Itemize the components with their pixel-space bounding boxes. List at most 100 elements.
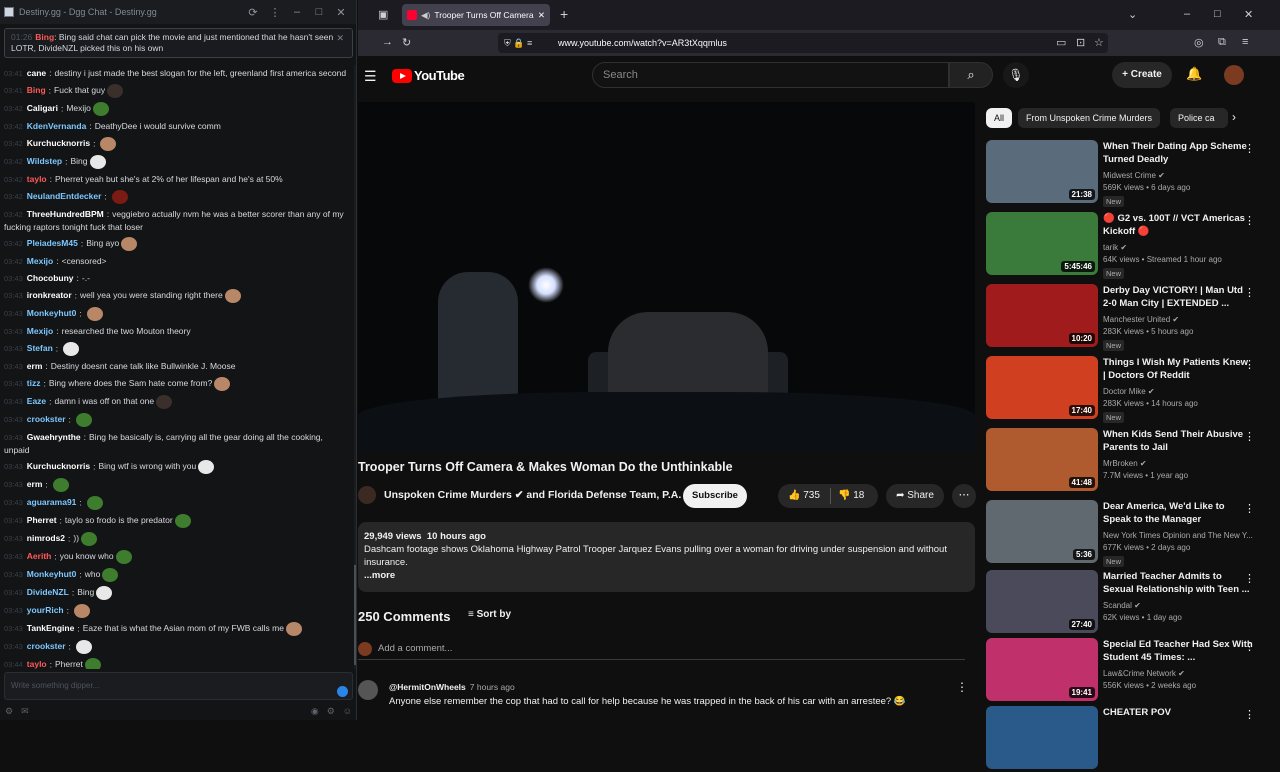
comment-author-name[interactable]: @HermitOnWheels <box>389 682 466 692</box>
recommendation-menu-icon[interactable]: ⋮ <box>1244 358 1255 371</box>
description-more-link[interactable]: ...more <box>364 569 969 582</box>
chip-all[interactable]: All <box>986 108 1013 128</box>
chat-username[interactable]: PleiadesM45 <box>27 238 78 248</box>
recommendation-thumbnail[interactable]: 17:40 <box>986 356 1098 419</box>
recommendation-channel[interactable]: Manchester United ✔ <box>1103 315 1179 324</box>
chat-username[interactable]: Monkeyhut0 <box>27 569 77 579</box>
more-actions-icon[interactable]: ⋯ <box>952 484 976 508</box>
recommendation-menu-icon[interactable]: ⋮ <box>1244 640 1255 653</box>
recommendation-title[interactable]: CHEATER POV <box>1103 706 1253 719</box>
chat-username[interactable]: ThreeHundredBPM <box>27 209 104 219</box>
recommendation-thumbnail[interactable]: 5:45:46 <box>986 212 1098 275</box>
chat-username[interactable]: Mexijo <box>27 326 53 336</box>
chat-username[interactable]: aguarama91 <box>27 497 77 507</box>
recommendation-title[interactable]: When Their Dating App Scheme Turned Dead… <box>1103 140 1253 166</box>
chat-username[interactable]: erm <box>27 361 43 371</box>
chevron-right-icon[interactable]: › <box>1232 110 1236 124</box>
users-icon[interactable]: ☺ <box>343 706 352 716</box>
chat-username[interactable]: taylo <box>27 174 47 184</box>
video-player[interactable] <box>358 102 975 452</box>
subscribe-button[interactable]: Subscribe <box>683 484 747 508</box>
like-button[interactable]: 👍 735 <box>788 484 820 508</box>
avatar[interactable] <box>1224 65 1244 85</box>
search-icon[interactable]: ⌕ <box>949 62 993 88</box>
dislike-button[interactable]: 👎 18 <box>838 484 864 508</box>
recommendation-thumbnail[interactable]: 21:38 <box>986 140 1098 203</box>
recommendation-item[interactable]: 21:38 When Their Dating App Scheme Turned… <box>986 140 1280 207</box>
extensions-icon[interactable]: ⧉ <box>1218 36 1226 49</box>
search-input[interactable]: Search <box>592 62 949 88</box>
recommendation-item[interactable]: 27:40 Married Teacher Admits to Sexual Re… <box>986 570 1280 636</box>
share-button[interactable]: ➦ Share <box>886 484 944 508</box>
tab-active[interactable]: ◀) Trooper Turns Off Camera ✕ <box>402 4 550 26</box>
chat-username[interactable]: NeulandEntdecker <box>27 191 102 201</box>
recommendation-menu-icon[interactable]: ⋮ <box>1244 286 1255 299</box>
chat-username[interactable]: Stefan <box>27 343 53 353</box>
eye-icon[interactable]: ◉ <box>311 706 319 717</box>
minimize-icon[interactable]: – <box>1184 8 1190 20</box>
minimize-icon[interactable]: – <box>286 6 308 18</box>
hamburger-menu-icon[interactable]: ☰ <box>364 68 377 85</box>
recommendation-channel[interactable]: Law&Crime Network ✔ <box>1103 669 1185 678</box>
microphone-icon[interactable]: 🎙 <box>1003 62 1029 88</box>
recommendation-item[interactable]: 17:40 Things I Wish My Patients Knew | Do… <box>986 356 1280 423</box>
sort-by-button[interactable]: ≡ Sort by <box>468 609 511 620</box>
channel-name[interactable]: Unspoken Crime Murders ✔ and Florida Def… <box>384 489 681 501</box>
chat-input[interactable]: Write something dipper... <box>4 672 353 700</box>
channel-avatar[interactable] <box>358 486 376 504</box>
add-comment[interactable]: Add a comment... <box>358 640 965 660</box>
recommendation-thumbnail[interactable]: 10:20 <box>986 284 1098 347</box>
recommendation-menu-icon[interactable]: ⋮ <box>1244 430 1255 443</box>
extension-icon[interactable]: ⟳ <box>242 6 264 19</box>
tab-close-icon[interactable]: ✕ <box>538 10 545 21</box>
chat-username[interactable]: Aerith <box>27 551 52 561</box>
recommendation-channel[interactable]: Midwest Crime ✔ <box>1103 171 1165 180</box>
add-comment-input[interactable]: Add a comment... <box>378 643 452 654</box>
recommendation-title[interactable]: Dear America, We'd Like to Speak to the … <box>1103 500 1253 526</box>
tab-list-icon[interactable]: ▣ <box>378 8 388 21</box>
close-icon[interactable]: ✕ <box>1244 8 1253 21</box>
comment-menu-icon[interactable]: ⋮ <box>956 680 968 694</box>
recommendation-title[interactable]: Derby Day VICTORY! | Man Utd 2-0 Man Cit… <box>1103 284 1253 310</box>
chat-username[interactable]: Caligari <box>27 103 58 113</box>
recommendation-channel[interactable]: MrBroken ✔ <box>1103 459 1147 468</box>
url-bar[interactable]: ⛨ 🔒 ≡ www.youtube.com/watch?v=AR3tXqqmlu… <box>498 33 1108 53</box>
bookmark-star-icon[interactable]: ☆ <box>1094 36 1104 49</box>
recommendation-thumbnail[interactable] <box>986 706 1098 769</box>
recommendation-menu-icon[interactable]: ⋮ <box>1244 572 1255 585</box>
chat-username[interactable]: Chocobuny <box>27 273 74 283</box>
notifications-bell-icon[interactable]: 🔔 <box>1186 66 1202 82</box>
recommendation-channel[interactable]: Scandal ✔ <box>1103 601 1141 610</box>
recommendation-item[interactable]: 10:20 Derby Day VICTORY! | Man Utd 2-0 Ma… <box>986 284 1280 351</box>
chat-username[interactable]: crookster <box>27 414 66 424</box>
recommendation-title[interactable]: 🔴 G2 vs. 100T // VCT Americas Kickoff 🔴 <box>1103 212 1253 238</box>
description-box[interactable]: 29,949 views 10 hours ago Dashcam footag… <box>358 522 975 592</box>
recommendation-item[interactable]: 5:36 Dear America, We'd Like to Speak to … <box>986 500 1280 567</box>
recommendation-title[interactable]: Things I Wish My Patients Knew | Doctors… <box>1103 356 1253 382</box>
chat-username[interactable]: nimrods2 <box>27 533 65 543</box>
chat-username[interactable]: Monkeyhut0 <box>27 308 77 318</box>
chat-scrollbar[interactable] <box>354 65 356 669</box>
chat-username[interactable]: tizz <box>27 378 41 388</box>
create-button[interactable]: + Create <box>1112 62 1172 88</box>
screenshot-icon[interactable]: ⊡ <box>1076 36 1085 49</box>
pinned-username[interactable]: Bing <box>35 32 54 42</box>
chip-police[interactable]: Police ca <box>1170 108 1228 128</box>
comment-avatar[interactable] <box>358 680 378 700</box>
chip-from-channel[interactable]: From Unspoken Crime Murders <box>1018 108 1161 128</box>
maximize-icon[interactable]: □ <box>1214 8 1221 20</box>
recommendation-channel[interactable]: New York Times Opinion and The New Y... <box>1103 531 1253 540</box>
recommendation-item[interactable]: CHEATER POV ⋮ <box>986 706 1280 772</box>
back-icon[interactable]: → <box>382 36 393 48</box>
chat-username[interactable]: KdenVernanda <box>27 121 87 131</box>
youtube-logo[interactable]: YouTube <box>392 68 465 83</box>
chat-scroll-thumb[interactable] <box>354 565 356 665</box>
recommendation-thumbnail[interactable]: 27:40 <box>986 570 1098 633</box>
reload-icon[interactable]: ↻ <box>402 36 411 49</box>
recommendation-thumbnail[interactable]: 41:48 <box>986 428 1098 491</box>
url-text[interactable]: www.youtube.com/watch?v=AR3tXqqmlus <box>558 38 727 48</box>
chat-username[interactable]: Kurchucknorris <box>27 138 90 148</box>
new-tab-icon[interactable]: + <box>560 6 568 22</box>
recommendation-item[interactable]: 19:41 Special Ed Teacher Had Sex With Stu… <box>986 638 1280 704</box>
recommendation-menu-icon[interactable]: ⋮ <box>1244 214 1255 227</box>
